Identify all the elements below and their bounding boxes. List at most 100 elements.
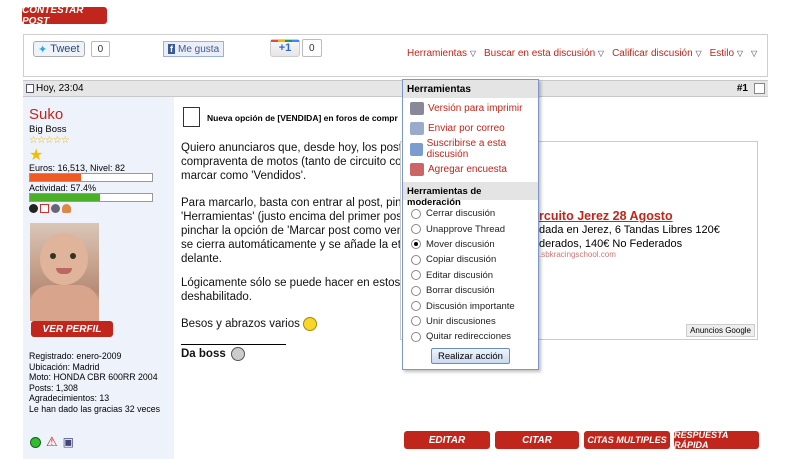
calendar-icon (40, 204, 49, 213)
user-info-list: Registrado: enero-2009 Ubicación: Madrid… (29, 351, 160, 415)
chevron-down-icon: ▽ (695, 49, 702, 58)
facebook-like-widget: f Me gusta (163, 40, 225, 58)
tools-dropdown-menu: Herramientas Versión para imprimir Envia… (402, 79, 539, 370)
activity-level: Actividad: 57.4% (29, 183, 97, 193)
smiley-icon (302, 317, 317, 331)
thread-tools-links: Herramientas ▽ Buscar en esta discusión … (407, 48, 757, 59)
like-label: Me gusta (178, 43, 220, 55)
euros-progress-fill (30, 174, 82, 181)
mod-option-merge[interactable]: Unir discusiones (403, 314, 538, 329)
chevron-down-icon: ▽ (469, 49, 476, 58)
mod-option-unapprove[interactable]: Unapprove Thread (403, 221, 538, 236)
user-status-icons (29, 204, 71, 213)
tweet-count: 0 (90, 41, 111, 57)
quick-reply-button[interactable]: RESPUESTA RÁPIDA (674, 430, 759, 450)
subscribe-icon (410, 142, 423, 156)
menu-item-subscribe[interactable]: Suscribirse a esta discusión (403, 138, 538, 160)
post-header-bar: Hoy, 23:04 #1 (23, 80, 768, 97)
ad-url[interactable]: .sbkracingschool.com (539, 250, 616, 259)
user-info-line: Le han dado las gracias 32 veces (29, 403, 161, 414)
rate-thread-link[interactable]: Calificar discusión ▽ (612, 48, 702, 59)
search-thread-link[interactable]: Buscar en esta discusión ▽ (484, 48, 604, 59)
tweet-button[interactable]: ✦ Tweet (33, 41, 85, 57)
view-profile-button[interactable]: VER PERFIL (31, 321, 113, 337)
radio-button[interactable] (411, 254, 421, 265)
more-link[interactable]: ▽ (751, 48, 757, 59)
mod-tools-header: Herramientas de moderación (403, 182, 538, 208)
signature: Da boss (181, 347, 245, 361)
mod-option-edit[interactable]: Editar discusión (403, 268, 538, 283)
menu-item-email[interactable]: Enviar por correo (403, 119, 538, 140)
google-plus-widget: +1 0 (270, 39, 322, 57)
reply-post-button[interactable]: CONTESTAR POST (22, 5, 107, 27)
user-rank: Big Boss (29, 124, 67, 135)
big-star-icon: ★ (29, 147, 44, 164)
report-warning-icon[interactable]: ⚠ (46, 434, 58, 450)
chevron-down-icon: ▽ (597, 49, 605, 58)
online-status-icon (30, 436, 41, 448)
mod-option-sticky[interactable]: Discusión importante (403, 298, 538, 313)
post-title: Nueva opción de [VENDIDA] en foros de co… (207, 113, 398, 123)
post-closing: Besos y abrazos varios (181, 317, 317, 331)
post-time: Hoy, 23:04 (36, 83, 84, 94)
ad-line-2: derados, 140€ No Federados (539, 238, 683, 250)
activity-progress-fill (30, 194, 101, 201)
radio-button[interactable] (411, 316, 421, 327)
post-paragraph-3: Lógicamente sólo se puede hacer en estos… (181, 277, 423, 303)
twitter-bird-icon: ✦ (38, 43, 48, 56)
chevron-down-icon: ▽ (736, 49, 743, 58)
ad-title[interactable]: rcuito Jerez 28 Agosto (539, 209, 673, 223)
facebook-icon: f (168, 44, 175, 54)
username[interactable]: Suko (29, 106, 63, 123)
menu-item-poll[interactable]: Agregar encuesta (403, 160, 538, 181)
radio-button[interactable] (411, 331, 421, 342)
poll-icon (410, 163, 424, 177)
ad-line-1: dada en Jerez, 6 Tandas Libres 120€ (539, 224, 720, 236)
user-info-line: Registrado: enero-2009 (29, 351, 122, 361)
avatar[interactable] (30, 223, 99, 321)
signature-divider (181, 344, 286, 345)
mod-option-move[interactable]: Mover discusión (403, 237, 538, 252)
radio-button[interactable] (411, 224, 421, 235)
ads-by-google-label[interactable]: Anuncios Google (686, 324, 755, 337)
chevron-down-icon: ▽ (751, 49, 758, 58)
radio-button[interactable] (411, 208, 421, 219)
plus-one-button[interactable]: +1 (270, 39, 300, 57)
post-paragraph-1: Quiero anunciaros que, desde hoy, los po… (181, 142, 428, 182)
helmet-icon (51, 204, 60, 213)
tweet-label: Tweet (50, 43, 80, 55)
plus-one-count: 0 (302, 39, 322, 57)
online-icon (29, 204, 38, 213)
activity-progress-bar (29, 193, 153, 202)
smiley-icon (230, 347, 245, 361)
post-number[interactable]: #1 (737, 83, 748, 94)
euros-level: Euros: 16,513, Nivel: 82 (29, 163, 126, 173)
mod-option-copy[interactable]: Copiar discusión (403, 252, 538, 267)
mod-option-remove-redirects[interactable]: Quitar redirecciones (403, 329, 538, 344)
user-info-line: Ubicación: Madrid (29, 361, 100, 372)
mod-option-delete[interactable]: Borrar discusión (403, 283, 538, 298)
computer-icon[interactable]: ▣ (63, 435, 74, 449)
menu-item-print[interactable]: Versión para imprimir (403, 98, 538, 119)
multi-quote-button[interactable]: CITAS MULTIPLES (584, 431, 670, 449)
email-icon (410, 122, 424, 136)
person-icon (62, 204, 71, 213)
perform-action-button[interactable]: Realizar acción (431, 348, 510, 364)
post-title-icon (183, 107, 200, 127)
euros-progress-bar (29, 173, 153, 182)
user-action-icons: ⚠ ▣ (30, 434, 74, 450)
quote-button[interactable]: CITAR (495, 431, 579, 449)
select-post-checkbox[interactable] (754, 83, 765, 94)
radio-button[interactable] (411, 301, 421, 312)
radio-button[interactable] (411, 270, 421, 281)
edit-button[interactable]: EDITAR (404, 431, 490, 449)
user-info-line: Moto: HONDA CBR 600RR 2004 (29, 372, 158, 383)
tools-menu-link[interactable]: Herramientas ▽ (407, 48, 476, 59)
style-link[interactable]: Estilo ▽ (710, 48, 743, 59)
user-info-line: Posts: 1,308 (29, 382, 78, 393)
radio-button[interactable] (411, 285, 421, 296)
like-button[interactable]: f Me gusta (163, 41, 225, 57)
mod-option-close[interactable]: Cerrar discusión (403, 206, 538, 221)
post-icon (26, 84, 34, 93)
radio-button-selected[interactable] (411, 239, 421, 250)
